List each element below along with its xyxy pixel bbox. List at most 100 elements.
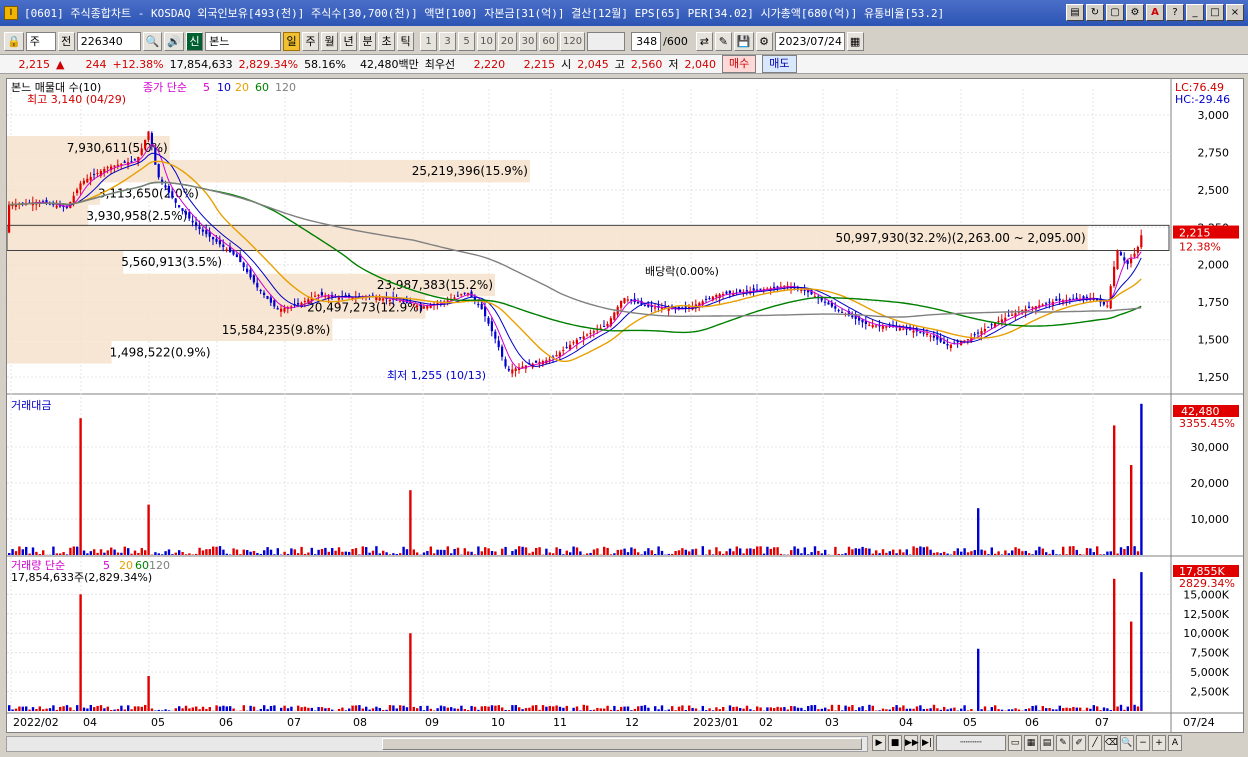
volume-bar — [103, 708, 106, 711]
grid-icon[interactable]: ▦ — [1024, 735, 1038, 751]
gear-icon[interactable]: ⚙ — [755, 31, 773, 51]
candle-body — [297, 303, 300, 305]
interval-input[interactable] — [587, 31, 626, 51]
stock-name[interactable]: 본느 — [205, 31, 282, 51]
zoom-in-button[interactable]: + — [1152, 735, 1166, 751]
volume-bar — [521, 709, 524, 711]
exchange-icon[interactable]: ⇄ — [695, 31, 713, 51]
zoom-slider[interactable]: ┄┄┄┄ — [936, 735, 1006, 751]
close-button[interactable]: × — [1226, 4, 1244, 21]
period-week[interactable]: 주 — [302, 31, 320, 51]
interval-60[interactable]: 60 — [539, 31, 559, 51]
font-icon[interactable]: A — [1146, 4, 1164, 21]
tool-icon[interactable]: ✎ — [714, 31, 732, 51]
high-price: 2,560 — [630, 57, 663, 71]
play-icon[interactable]: ▶ — [872, 735, 886, 751]
period-second[interactable]: 초 — [378, 31, 396, 51]
maximize-button[interactable]: □ — [1206, 4, 1224, 21]
amount-bar — [1000, 554, 1004, 555]
ma-legend-60: 60 — [255, 81, 269, 94]
layout-icon[interactable]: ▭ — [1008, 735, 1022, 751]
market-select[interactable]: 주 — [25, 31, 56, 51]
help-icon[interactable]: ? — [1166, 4, 1184, 21]
window-icon[interactable]: ▢ — [1106, 4, 1124, 21]
period-minute[interactable]: 분 — [359, 31, 377, 51]
period-month[interactable]: 월 — [321, 31, 339, 51]
volume-bar — [113, 709, 116, 711]
amount-bar — [188, 553, 191, 555]
volume-bar — [851, 705, 854, 711]
period-day[interactable]: 일 — [283, 31, 301, 51]
interval-30[interactable]: 30 — [518, 31, 538, 51]
candle-body — [263, 292, 266, 296]
code-input[interactable]: 226340 — [76, 31, 141, 51]
interval-3[interactable]: 3 — [439, 31, 457, 51]
interval-5[interactable]: 5 — [458, 31, 476, 51]
volume-bar — [120, 705, 123, 711]
calendar-icon[interactable]: ▦ — [846, 31, 864, 51]
split-icon[interactable]: ▤ — [1040, 735, 1054, 751]
interval-1[interactable]: 1 — [420, 31, 438, 51]
scroll-thumb[interactable] — [382, 738, 862, 750]
date-input[interactable]: 2023/07/24 — [774, 31, 845, 51]
amount-bar — [847, 546, 851, 555]
amount-bar — [334, 550, 337, 555]
draw-icon[interactable]: ✐ — [1072, 735, 1086, 751]
candle-body — [191, 220, 194, 223]
chart-scrollbar[interactable] — [6, 736, 868, 752]
amount-bar — [198, 547, 201, 555]
amount-bar — [609, 554, 613, 555]
amount-bar — [348, 551, 351, 555]
setting-icon[interactable]: ⚙ — [1126, 4, 1144, 21]
volume-bar — [756, 706, 759, 711]
erase-icon[interactable]: ⌫ — [1104, 735, 1118, 751]
candle-body — [463, 292, 466, 294]
link-icon[interactable]: ▤ — [1066, 4, 1084, 21]
zoom-icon[interactable]: 🔍 — [1120, 735, 1134, 751]
amount-bar — [586, 553, 589, 555]
lock-icon[interactable]: 🔒 — [4, 31, 24, 51]
volume-bar — [320, 707, 324, 711]
candle-body — [490, 321, 493, 332]
amount-bar — [1007, 553, 1010, 555]
buy-button[interactable]: 매수 — [722, 55, 757, 73]
all-button[interactable]: 전 — [57, 31, 75, 51]
candle-body — [987, 326, 990, 328]
line-icon[interactable]: ╱ — [1088, 735, 1102, 751]
volume-bar — [14, 708, 18, 711]
up-arrow-icon: ▲ — [56, 57, 65, 71]
period-year[interactable]: 년 — [340, 31, 358, 51]
save-icon[interactable]: 💾 — [733, 31, 754, 51]
volume-bar — [385, 709, 388, 711]
speaker-icon[interactable]: 🔊 — [164, 31, 185, 51]
stop-icon[interactable]: ■ — [888, 735, 902, 751]
period-tick[interactable]: 틱 — [397, 31, 415, 51]
end-icon[interactable]: ▶| — [920, 735, 934, 751]
interval-120[interactable]: 120 — [560, 31, 586, 51]
amount-bar — [252, 550, 256, 555]
amount-bar — [120, 552, 123, 555]
candle-body — [416, 305, 419, 308]
candle-body — [79, 183, 82, 190]
candle-body — [569, 344, 572, 350]
refresh-icon[interactable]: ↻ — [1086, 4, 1104, 21]
volume-bar — [31, 707, 35, 711]
search-icon[interactable]: 🔍 — [142, 31, 163, 51]
amount-bar — [630, 547, 633, 555]
volume-bar — [93, 707, 96, 711]
interval-10[interactable]: 10 — [477, 31, 496, 51]
sell-button[interactable]: 매도 — [762, 55, 797, 73]
chart-svg[interactable]: 2022/02 04 05 06 07 08 09 10 11 12 2023/01 02 03 04 05… — [7, 79, 1243, 732]
x-tick-label: 2022/02 — [13, 716, 59, 729]
auto-scale-button[interactable]: A — [1168, 735, 1182, 751]
zoom-out-button[interactable]: − — [1136, 735, 1150, 751]
volume-bar — [72, 710, 75, 711]
chart-area[interactable]: 2022/02 04 05 06 07 08 09 10 11 12 2023/01 02 03 04 05… — [6, 78, 1244, 733]
fast-forward-icon[interactable]: ▶▶ — [904, 735, 919, 751]
minimize-button[interactable]: _ — [1186, 4, 1204, 21]
amount-bar — [494, 551, 497, 555]
amount-bar — [110, 547, 113, 555]
interval-20[interactable]: 20 — [497, 31, 517, 51]
count-input[interactable]: 348 — [631, 31, 662, 51]
tools-icon[interactable]: ✎ — [1056, 735, 1070, 751]
